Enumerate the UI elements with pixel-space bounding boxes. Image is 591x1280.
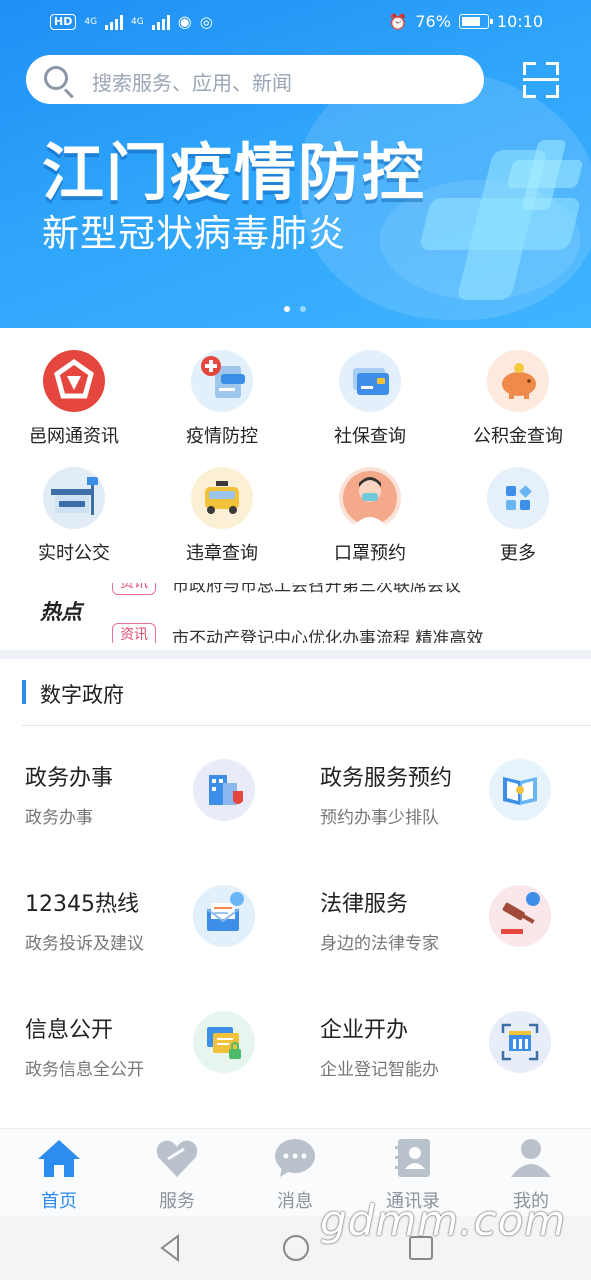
- network-type-2: 4G: [131, 16, 144, 27]
- alarm-icon: ⏰: [388, 12, 408, 31]
- service-enterprise[interactable]: 企业开办 企业登记智能办: [295, 992, 591, 1102]
- news-headline[interactable]: 市不动产登记中心优化办事流程 精准高效: [172, 624, 483, 643]
- grid-label: 邑网通资讯: [29, 426, 119, 447]
- service-hotline[interactable]: 12345热线 政务投诉及建议: [0, 866, 295, 976]
- news-tag: 资讯: [112, 583, 156, 595]
- social-security-card-icon: [339, 350, 401, 412]
- piggy-bank-icon: [487, 350, 549, 412]
- grid-label: 疫情防控: [186, 426, 258, 447]
- enterprise-building-icon: [489, 1011, 551, 1073]
- hd-badge: HD: [50, 13, 77, 30]
- grid-label: 实时公交: [38, 543, 110, 564]
- nav-label: 服务: [159, 1191, 195, 1212]
- status-bar: HD 4G 4G ◉ ◎ ⏰ 76% 10:10: [0, 0, 591, 46]
- heart-hands-icon: [156, 1140, 198, 1177]
- search-placeholder[interactable]: 搜索服务、应用、新闻: [92, 67, 292, 96]
- gavel-icon: [489, 885, 551, 947]
- doctor-mask-icon: [339, 467, 401, 529]
- section-divider: [0, 650, 591, 659]
- grid-item-bus[interactable]: 实时公交: [0, 467, 148, 565]
- grid-label: 社保查询: [334, 426, 406, 447]
- carousel-dot-active[interactable]: [284, 306, 290, 312]
- service-subtitle: 政务投诉及建议: [25, 934, 144, 954]
- user-profile-icon: [511, 1139, 551, 1177]
- government-building-icon: [193, 759, 255, 821]
- section-marker: [22, 680, 26, 704]
- signal-icon-2: [151, 14, 170, 30]
- section-title: 数字政府: [40, 683, 124, 707]
- info-document-icon: [193, 1011, 255, 1073]
- carousel-dot[interactable]: [300, 306, 306, 312]
- service-subtitle: 政务信息全公开: [25, 1060, 144, 1080]
- service-title: 法律服务: [320, 892, 409, 917]
- battery-icon: [458, 14, 493, 29]
- search-icon: [44, 66, 68, 90]
- contacts-book-icon: [395, 1139, 430, 1177]
- news-headline[interactable]: 市政府与市总工会召开第三次联席会议: [172, 583, 461, 596]
- banner-subtitle: 新型冠状病毒肺炎: [42, 212, 346, 255]
- medical-cross-bar: [418, 198, 582, 250]
- service-title: 信息公开: [25, 1018, 114, 1043]
- epidemic-control-icon: [191, 350, 253, 412]
- service-title: 12345热线: [25, 892, 139, 917]
- clock: 10:10: [496, 12, 543, 31]
- nav-label: 首页: [41, 1191, 77, 1212]
- signal-icon: [105, 14, 124, 30]
- grid-item-more[interactable]: 更多: [444, 467, 591, 565]
- service-appointment[interactable]: 政务服务预约 预约办事少排队: [295, 740, 591, 850]
- grid-label: 违章查询: [186, 543, 258, 564]
- grid-item-housing-fund[interactable]: 公积金查询: [444, 350, 591, 448]
- grid-item-epidemic[interactable]: 疫情防控: [148, 350, 296, 448]
- news-logo-icon: [43, 350, 105, 412]
- banner-title: 江门疫情防控: [42, 136, 427, 209]
- battery-percent: 76%: [415, 12, 451, 31]
- grid-item-social-security[interactable]: 社保查询: [296, 350, 444, 448]
- chat-bubble-icon: [275, 1139, 315, 1177]
- grid-label: 公积金查询: [473, 426, 563, 447]
- service-title: 政务服务预约: [320, 766, 453, 791]
- service-subtitle: 身边的法律专家: [320, 934, 439, 954]
- back-icon[interactable]: [158, 1234, 182, 1262]
- service-subtitle: 政务办事: [25, 808, 93, 828]
- home-circle-icon[interactable]: [282, 1234, 310, 1262]
- service-legal[interactable]: 法律服务 身边的法律专家: [295, 866, 591, 976]
- scan-qr-icon[interactable]: [523, 62, 559, 98]
- app-notification-icon: ◎: [199, 12, 213, 31]
- grid-item-violation[interactable]: 违章查询: [148, 467, 296, 565]
- hero-banner[interactable]: 江门疫情防控 新型冠状病毒肺炎: [0, 0, 591, 328]
- section-underline: [22, 725, 591, 726]
- nav-service[interactable]: 服务: [137, 1137, 217, 1213]
- grid-label: 更多: [500, 543, 536, 564]
- home-icon: [38, 1140, 80, 1177]
- bus-stop-icon: [43, 467, 105, 529]
- search-bar[interactable]: 搜索服务、应用、新闻: [26, 55, 484, 104]
- service-subtitle: 企业登记智能办: [320, 1060, 439, 1080]
- network-type: 4G: [84, 16, 98, 27]
- nav-home[interactable]: 首页: [19, 1137, 99, 1213]
- service-gov-affairs[interactable]: 政务办事 政务办事: [0, 740, 295, 850]
- hotline-mail-icon: [193, 885, 255, 947]
- eye-comfort-icon: ◉: [177, 12, 192, 31]
- taxi-icon: [191, 467, 253, 529]
- grid-item-mask[interactable]: 口罩预约: [296, 467, 444, 565]
- more-grid-icon: [487, 467, 549, 529]
- grid-label: 口罩预约: [334, 543, 406, 564]
- service-title: 政务办事: [25, 766, 114, 791]
- news-tag: 资讯: [112, 623, 156, 643]
- service-subtitle: 预约办事少排队: [320, 808, 439, 828]
- small-cross-bar: [506, 160, 584, 188]
- watermark: gdmm.com: [320, 1196, 567, 1245]
- service-info-disclosure[interactable]: 信息公开 政务信息全公开: [0, 992, 295, 1102]
- grid-item-news[interactable]: 邑网通资讯: [0, 350, 148, 448]
- hotspot-ticker[interactable]: 资讯 市政府与市总工会召开第三次联席会议 资讯 市不动产登记中心优化办事流程 精…: [0, 583, 591, 643]
- service-title: 企业开办: [320, 1018, 409, 1043]
- appointment-book-icon: [489, 759, 551, 821]
